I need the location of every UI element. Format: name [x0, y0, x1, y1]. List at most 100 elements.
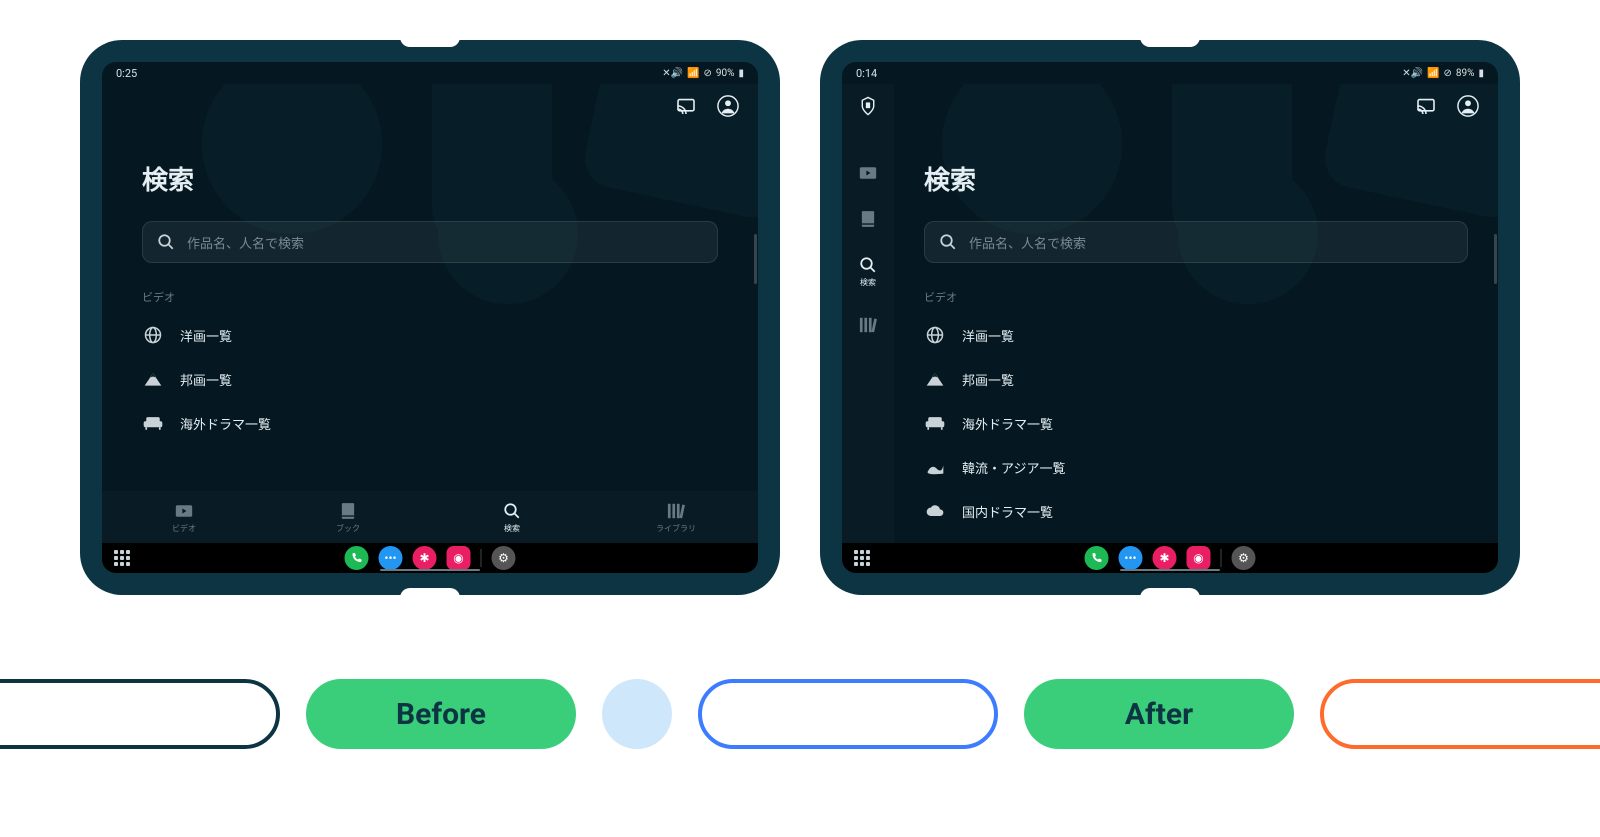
- nav-video[interactable]: ビデオ: [102, 501, 266, 534]
- dock-chat-icon[interactable]: •••: [379, 546, 403, 570]
- dock-phone-icon[interactable]: [345, 546, 369, 570]
- search-placeholder: 作品名、人名で検索: [969, 233, 1086, 252]
- nav-library[interactable]: ライブラリ: [594, 501, 758, 534]
- dock-gallery-icon[interactable]: ✱: [1153, 546, 1177, 570]
- category-globe[interactable]: 洋画一覧: [912, 315, 1480, 355]
- account-icon[interactable]: [1456, 94, 1480, 118]
- label-pills: Before After: [0, 679, 1600, 749]
- apps-grid-icon[interactable]: [114, 550, 130, 566]
- category-label: 海外ドラマ一覧: [962, 414, 1053, 433]
- mute-icon: ✕🔊: [1402, 68, 1423, 79]
- device-before: 0:25 ✕🔊 📶 ⊘ 90% ▮: [80, 40, 780, 595]
- nav-search[interactable]: 検索: [430, 501, 594, 534]
- category-label: 海外ドラマ一覧: [180, 414, 271, 433]
- hinge-top: [1140, 37, 1200, 47]
- category-label: 韓流・アジア一覧: [962, 458, 1065, 477]
- scrollbar[interactable]: [1494, 234, 1497, 284]
- dock-camera-icon[interactable]: ◉: [447, 546, 471, 570]
- before-label: Before: [306, 679, 576, 749]
- library-icon: [666, 501, 686, 521]
- dock-gallery-icon[interactable]: ✱: [413, 546, 437, 570]
- category-label: 邦画一覧: [962, 370, 1014, 389]
- battery-text: 90%: [716, 68, 735, 79]
- wave-icon: [924, 456, 946, 478]
- dock-settings-icon[interactable]: ⚙: [1232, 546, 1256, 570]
- search-placeholder: 作品名、人名で検索: [187, 233, 304, 252]
- dock-settings-icon[interactable]: ⚙: [492, 546, 516, 570]
- dock-camera-icon[interactable]: ◉: [1187, 546, 1211, 570]
- search-icon: [157, 233, 175, 251]
- pill-decoration: [698, 679, 998, 749]
- category-label: 洋画一覧: [962, 326, 1014, 345]
- battery-icon: ▮: [738, 68, 744, 79]
- video-icon: [174, 501, 194, 521]
- section-label: ビデオ: [894, 263, 1498, 315]
- rail-book[interactable]: [859, 210, 877, 228]
- account-icon[interactable]: [716, 94, 740, 118]
- dock-chat-icon[interactable]: •••: [1119, 546, 1143, 570]
- pill-decoration: [1320, 679, 1600, 749]
- rail-video[interactable]: [859, 164, 877, 182]
- globe-icon: [142, 324, 164, 346]
- rail-label: 検索: [860, 277, 876, 288]
- globe-icon: [924, 324, 946, 346]
- cloud-icon: [924, 500, 946, 522]
- bottom-nav: ビデオブック検索ライブラリ: [102, 491, 758, 543]
- status-time: 0:25: [116, 67, 137, 80]
- search-input[interactable]: 作品名、人名で検索: [924, 221, 1468, 263]
- no-sim-icon: ⊘: [704, 68, 712, 79]
- scrollbar[interactable]: [754, 234, 757, 284]
- search-icon: [502, 501, 522, 521]
- dock-separator: [1221, 549, 1222, 567]
- status-time: 0:14: [856, 67, 877, 80]
- category-wave[interactable]: 韓流・アジア一覧: [912, 447, 1480, 487]
- search-input[interactable]: 作品名、人名で検索: [142, 221, 718, 263]
- after-label: After: [1024, 679, 1294, 749]
- wifi-icon: 📶: [687, 68, 699, 79]
- page-title: 検索: [894, 118, 1498, 221]
- home-indicator[interactable]: [1120, 569, 1220, 571]
- pill-decoration: [0, 679, 280, 749]
- hinge-bottom: [1140, 588, 1200, 598]
- apps-grid-icon[interactable]: [854, 550, 870, 566]
- rail-search[interactable]: 検索: [859, 256, 877, 288]
- category-sofa[interactable]: 海外ドラマ一覧: [130, 403, 730, 443]
- no-sim-icon: ⊘: [1444, 68, 1452, 79]
- category-globe[interactable]: 洋画一覧: [130, 315, 730, 355]
- category-cloud[interactable]: 国内ドラマ一覧: [912, 491, 1480, 531]
- category-label: 国内ドラマ一覧: [962, 502, 1053, 521]
- dock-separator: [481, 549, 482, 567]
- video-icon: [859, 164, 877, 182]
- dock: ••• ✱ ◉ ⚙: [345, 546, 516, 570]
- category-mountain[interactable]: 邦画一覧: [130, 359, 730, 399]
- mute-icon: ✕🔊: [662, 68, 683, 79]
- cast-icon[interactable]: [674, 94, 698, 118]
- wifi-icon: 📶: [1427, 68, 1439, 79]
- library-icon: [859, 316, 877, 334]
- dock: ••• ✱ ◉ ⚙: [1085, 546, 1256, 570]
- app-logo-icon[interactable]: [856, 94, 880, 118]
- nav-book[interactable]: ブック: [266, 501, 430, 534]
- system-bar: ••• ✱ ◉ ⚙: [102, 543, 758, 573]
- page-title: 検索: [102, 118, 758, 221]
- category-sofa[interactable]: 海外ドラマ一覧: [912, 403, 1480, 443]
- home-indicator[interactable]: [380, 569, 480, 571]
- category-label: 邦画一覧: [180, 370, 232, 389]
- rail-library[interactable]: [859, 316, 877, 334]
- battery-icon: ▮: [1478, 68, 1484, 79]
- nav-label: ライブラリ: [656, 523, 696, 534]
- category-label: 洋画一覧: [180, 326, 232, 345]
- cast-icon[interactable]: [1414, 94, 1438, 118]
- system-bar: ••• ✱ ◉ ⚙: [842, 543, 1498, 573]
- top-actions: [102, 84, 758, 118]
- status-bar: 0:25 ✕🔊 📶 ⊘ 90% ▮: [102, 62, 758, 84]
- hinge-bottom: [400, 588, 460, 598]
- mountain-icon: [924, 368, 946, 390]
- search-icon: [859, 256, 877, 274]
- search-icon: [939, 233, 957, 251]
- category-mountain[interactable]: 邦画一覧: [912, 359, 1480, 399]
- side-nav-rail: 検索: [842, 84, 894, 543]
- dock-phone-icon[interactable]: [1085, 546, 1109, 570]
- mountain-icon: [142, 368, 164, 390]
- status-bar: 0:14 ✕🔊 📶 ⊘ 89% ▮: [842, 62, 1498, 84]
